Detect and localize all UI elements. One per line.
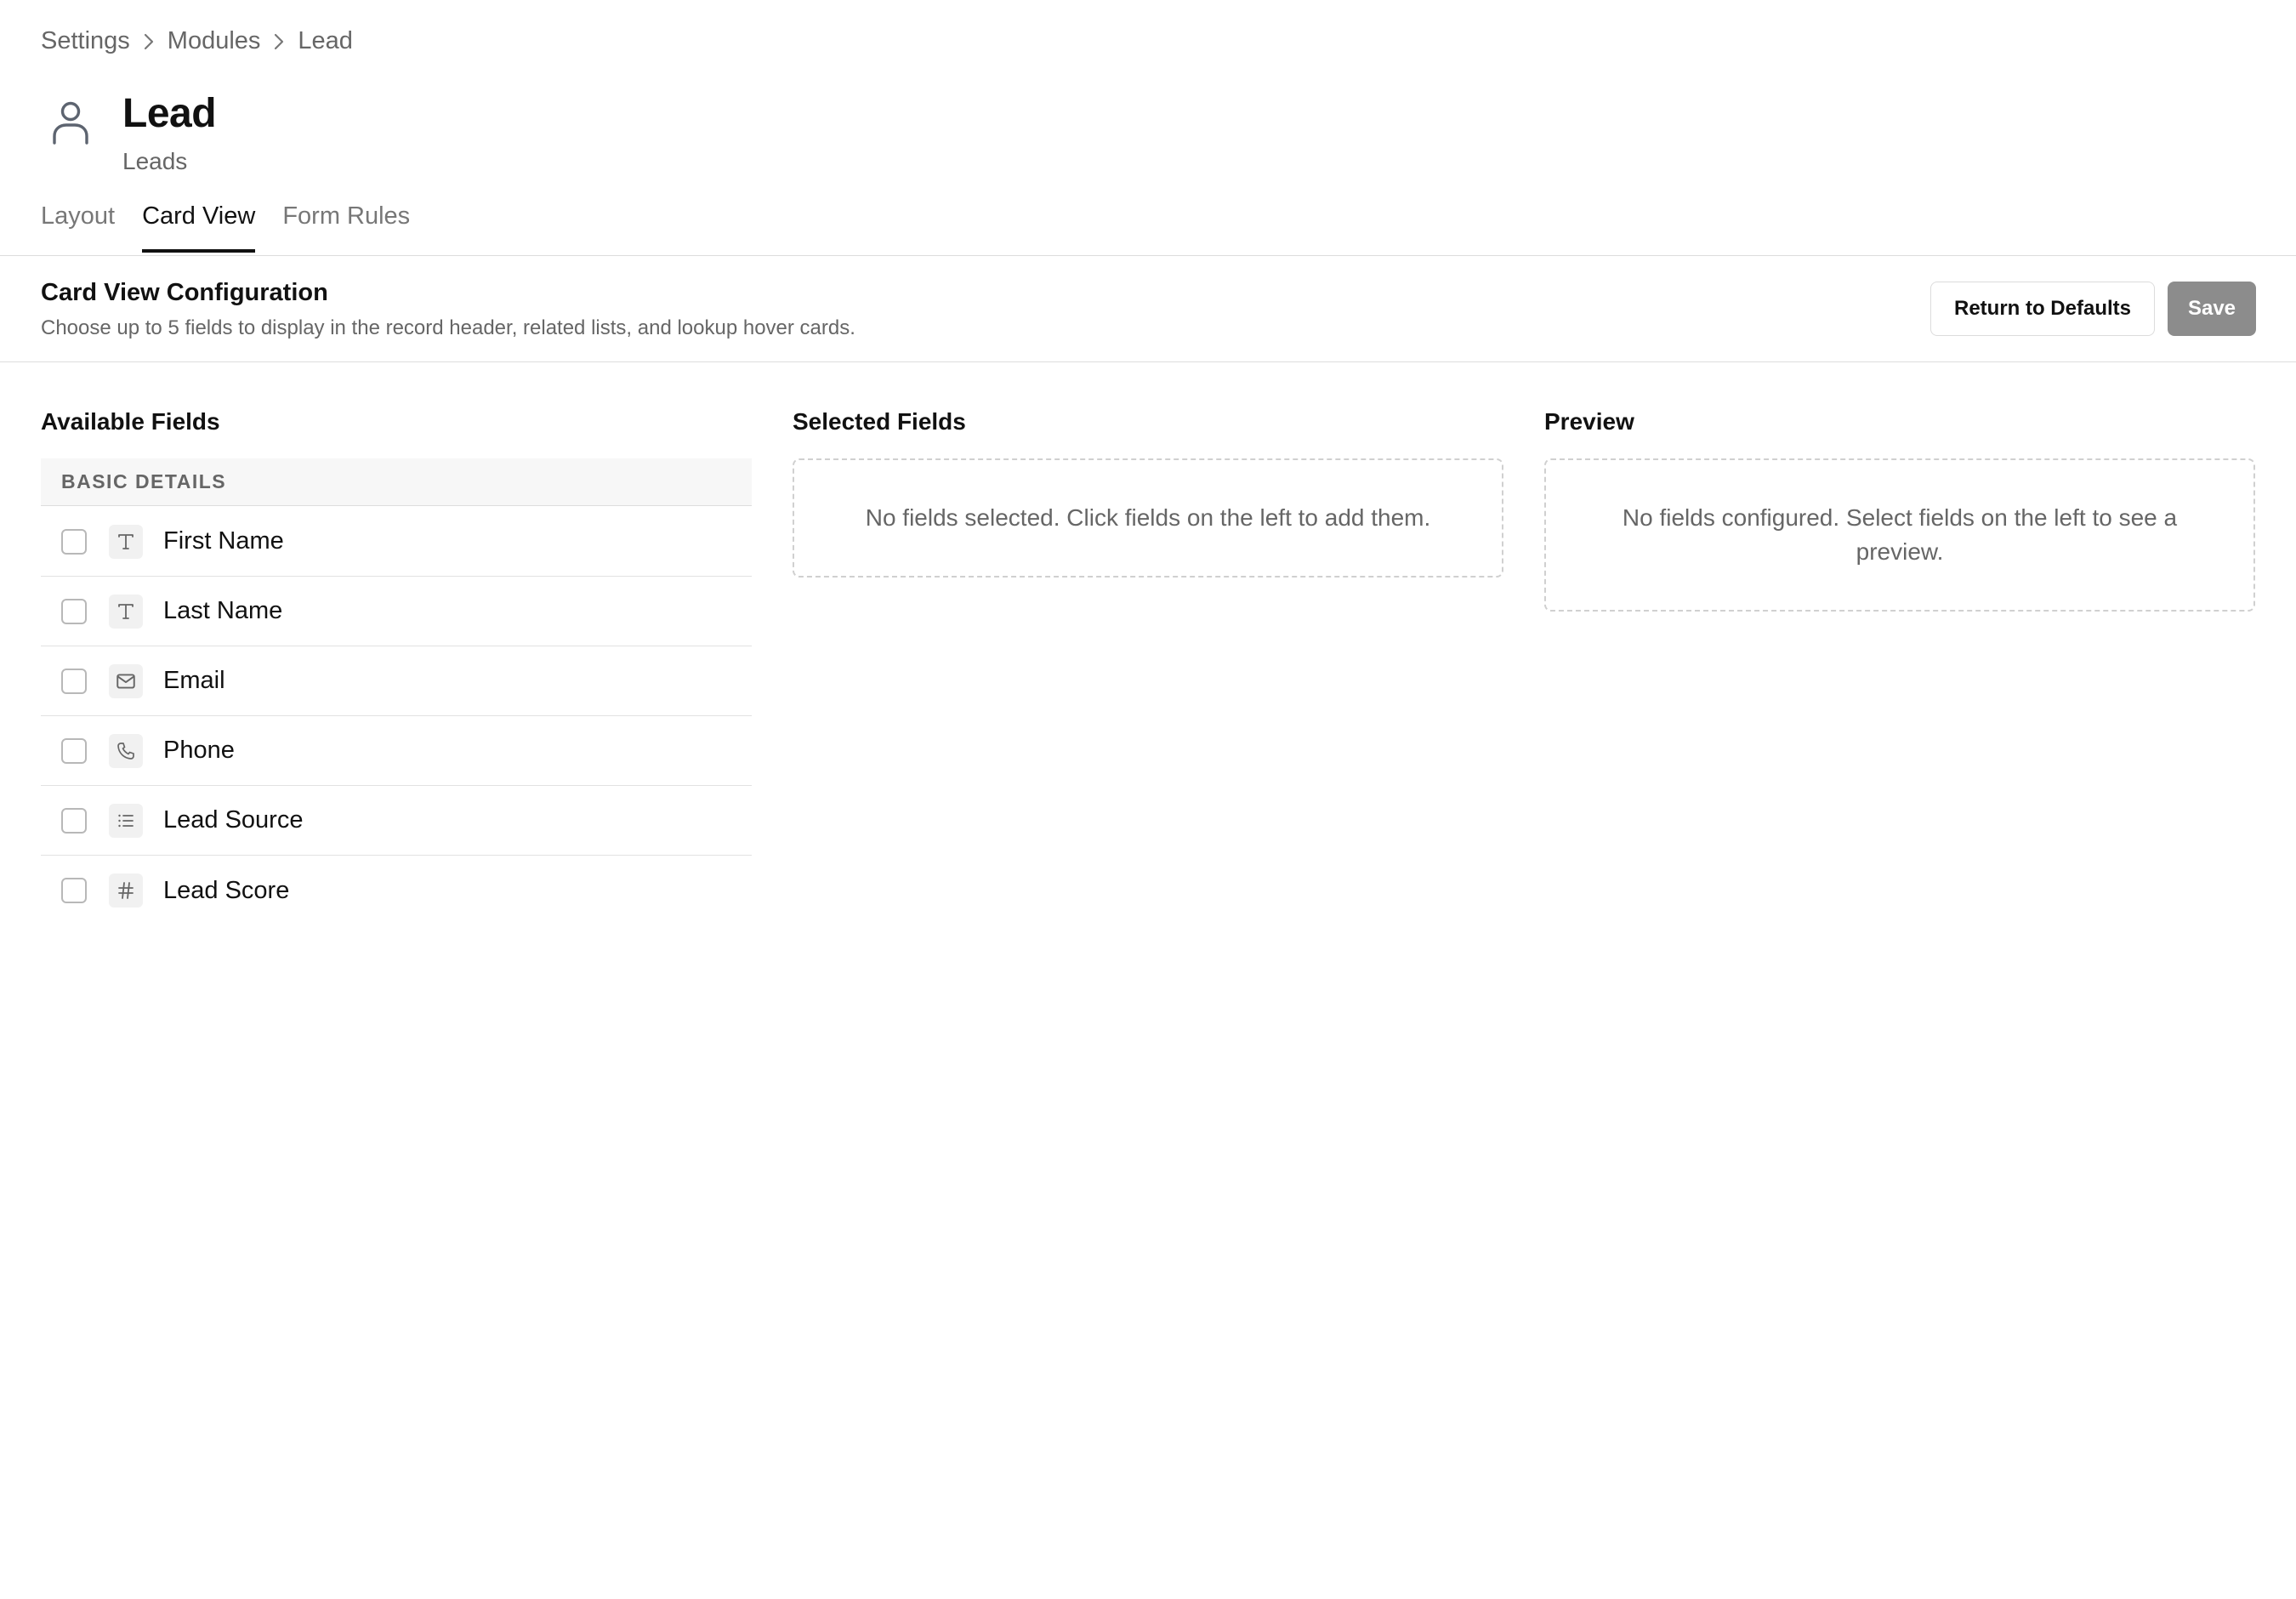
hash-icon xyxy=(109,873,143,908)
save-button[interactable]: Save xyxy=(2168,282,2256,336)
field-row-lead-score[interactable]: Lead Score xyxy=(41,856,752,925)
chevron-right-icon xyxy=(130,32,168,51)
tab-layout[interactable]: Layout xyxy=(41,202,115,253)
selected-empty-text: No fields selected. Click fields on the … xyxy=(865,504,1431,531)
selected-fields-title: Selected Fields xyxy=(793,408,966,435)
tab-form-rules[interactable]: Form Rules xyxy=(282,202,410,253)
header-divider xyxy=(0,361,2296,362)
field-label: Phone xyxy=(163,737,235,764)
field-label: First Name xyxy=(163,527,284,555)
tab-bar: Layout Card View Form Rules xyxy=(41,202,437,253)
section-title: Card View Configuration xyxy=(41,279,328,306)
preview-empty-text: No fields configured. Select fields on t… xyxy=(1622,504,2178,565)
field-label: Lead Source xyxy=(163,806,304,834)
field-checkbox[interactable] xyxy=(61,598,87,624)
field-checkbox[interactable] xyxy=(61,737,87,764)
page-title: Lead xyxy=(122,91,217,136)
field-label: Lead Score xyxy=(163,876,290,904)
field-row-first-name[interactable]: First Name xyxy=(41,507,752,577)
breadcrumb: Settings Modules Lead xyxy=(41,27,353,55)
field-row-email[interactable]: Email xyxy=(41,646,752,716)
field-checkbox[interactable] xyxy=(61,668,87,694)
section-description: Choose up to 5 fields to display in the … xyxy=(41,316,855,339)
field-group-header: BASIC DETAILS xyxy=(41,458,752,506)
chevron-right-icon xyxy=(260,32,298,51)
available-fields-list: First Name Last Name Email Phone Lead So… xyxy=(41,507,752,925)
list-icon xyxy=(109,803,143,838)
page-subtitle: Leads xyxy=(122,148,188,174)
tab-card-view[interactable]: Card View xyxy=(142,202,256,253)
field-label: Last Name xyxy=(163,597,283,624)
field-checkbox[interactable] xyxy=(61,878,87,903)
user-icon xyxy=(49,99,92,146)
field-row-phone[interactable]: Phone xyxy=(41,716,752,786)
page: Settings Modules Lead Lead Leads Layout … xyxy=(0,0,2296,1599)
tabs-divider xyxy=(0,255,2296,256)
selected-fields-empty-state: No fields selected. Click fields on the … xyxy=(793,458,1503,578)
phone-icon xyxy=(109,733,143,768)
text-type-icon xyxy=(109,524,143,559)
breadcrumb-modules[interactable]: Modules xyxy=(168,27,261,55)
available-fields-title: Available Fields xyxy=(41,408,220,435)
field-checkbox[interactable] xyxy=(61,528,87,555)
mail-icon xyxy=(109,663,143,698)
field-checkbox[interactable] xyxy=(61,807,87,834)
preview-title: Preview xyxy=(1544,408,1634,435)
breadcrumb-settings[interactable]: Settings xyxy=(41,27,130,55)
field-row-last-name[interactable]: Last Name xyxy=(41,577,752,646)
preview-empty-state: No fields configured. Select fields on t… xyxy=(1544,458,2255,612)
breadcrumb-lead: Lead xyxy=(298,27,353,54)
field-label: Email xyxy=(163,667,225,694)
text-type-icon xyxy=(109,594,143,629)
return-to-defaults-button[interactable]: Return to Defaults xyxy=(1930,282,2155,336)
field-row-lead-source[interactable]: Lead Source xyxy=(41,786,752,856)
